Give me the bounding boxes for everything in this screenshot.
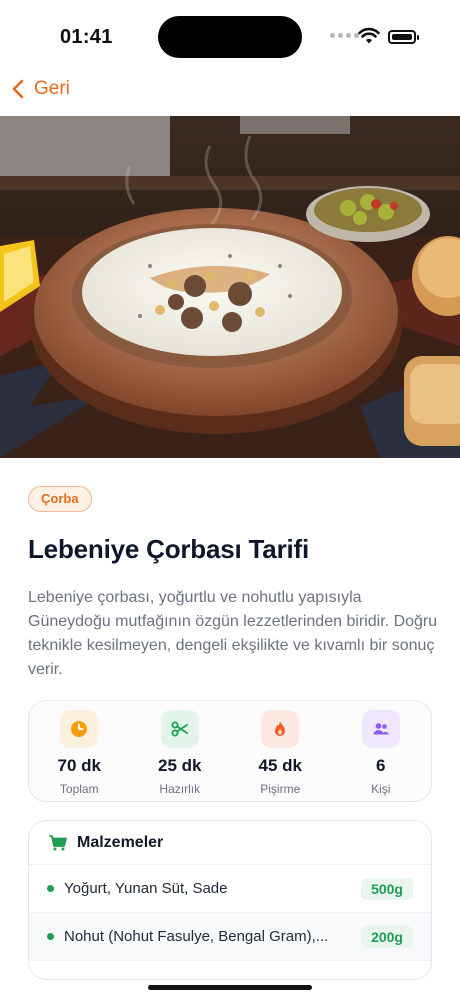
stat-label: Toplam	[59, 782, 99, 796]
stat-value: 25 dk	[158, 756, 202, 775]
stat-value: 45 dk	[258, 756, 302, 775]
flame-icon	[261, 710, 300, 748]
dynamic-island	[158, 16, 302, 58]
clock-icon	[60, 710, 99, 748]
category-badge[interactable]: Çorba	[28, 486, 92, 512]
stat-prep-time: 25 dk Hazırlık	[130, 701, 231, 801]
recipe-title: Lebeniye Çorbası Tarifi	[28, 534, 309, 564]
stat-label: Pişirme	[260, 782, 301, 796]
stat-cook-time: 45 dk Pişirme	[230, 701, 331, 801]
stat-label: Hazırlık	[159, 782, 201, 796]
stat-label: Kişi	[371, 782, 391, 796]
ingredients-title: Malzemeler	[77, 833, 164, 851]
ingredient-name: Yoğurt, Yunan Süt, Sade	[64, 880, 228, 897]
cart-icon	[49, 834, 67, 850]
ingredient-row[interactable]: Nohut (Nohut Fasulye, Bengal Gram),... 2…	[29, 913, 431, 961]
battery-icon	[388, 30, 419, 44]
ingredients-card: Malzemeler Yoğurt, Yunan Süt, Sade 500g …	[28, 820, 432, 980]
chevron-left-icon	[12, 79, 24, 99]
back-label: Geri	[34, 78, 70, 99]
status-bar: 01:41	[0, 0, 460, 76]
scissors-icon	[160, 710, 199, 748]
recipe-hero-image	[0, 116, 460, 458]
ingredient-quantity: 500g	[361, 877, 413, 900]
bullet-icon	[47, 885, 54, 892]
people-icon	[361, 710, 400, 748]
recipe-description: Lebeniye çorbası, yoğurtlu ve nohutlu ya…	[28, 589, 438, 678]
ingredients-header: Malzemeler	[29, 821, 431, 865]
stat-value: 6	[376, 756, 386, 775]
ingredient-name: Nohut (Nohut Fasulye, Bengal Gram),...	[64, 928, 329, 945]
back-button[interactable]: Geri	[10, 78, 70, 100]
bullet-icon	[47, 933, 54, 940]
recipe-stats: 70 dk Toplam 25 dk Hazırlık 45 dk Pişirm…	[28, 700, 432, 802]
home-indicator[interactable]	[148, 985, 312, 990]
status-time: 01:41	[60, 26, 113, 48]
ingredient-quantity: 200g	[361, 925, 413, 948]
stat-total-time: 70 dk Toplam	[29, 701, 130, 801]
ingredient-row[interactable]: Yoğurt, Yunan Süt, Sade 500g	[29, 865, 431, 913]
stat-servings: 6 Kişi	[331, 701, 432, 801]
stat-value: 70 dk	[57, 756, 101, 775]
cellular-signal-icon	[330, 33, 359, 38]
wifi-icon	[358, 27, 380, 44]
nav-bar: Geri	[0, 76, 460, 116]
